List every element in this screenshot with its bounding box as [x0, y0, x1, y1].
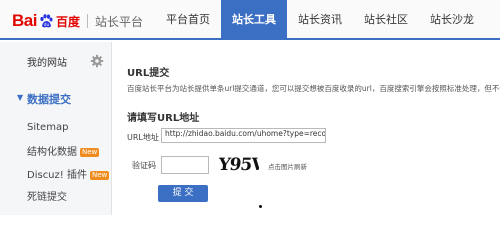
sidebar-item-dead-link[interactable]: 死链提交	[27, 188, 67, 203]
svg-text:du: du	[44, 22, 50, 28]
main-nav: 平台首页 站长工具 站长资讯 站长社区 站长沙龙	[155, 0, 485, 40]
top-navigation-bar: Bai du 百度 站长平台 平台首页 站长工具 站长资讯 站长社区 站长沙龙	[0, 0, 500, 40]
logo-text-bai: Bai	[12, 11, 37, 30]
url-field-label: URL地址	[127, 133, 159, 142]
submit-button[interactable]: 提 交	[158, 185, 208, 202]
sidebar-item-structured-data[interactable]: 结构化数据 New	[27, 143, 100, 158]
new-badge: New	[80, 147, 100, 157]
logo-divider	[86, 14, 88, 28]
url-input[interactable]: http://zhidao.baidu.com/uhome?type=recom…	[161, 128, 326, 143]
nav-item-salon[interactable]: 站长沙龙	[419, 0, 485, 40]
logo-text-du: 百度	[55, 14, 80, 29]
page-description: 百度站长平台为站长提供单条url提交通道，您可以提交想被百度收录的url，百度搜…	[127, 84, 500, 93]
captcha-input[interactable]	[161, 156, 209, 174]
sidebar-item-discuz-plugin[interactable]: Discuz! 插件 New	[27, 166, 110, 181]
baidu-logo[interactable]: Bai du 百度 站长平台	[12, 10, 143, 32]
page-title: URL提交	[127, 68, 170, 79]
nav-item-tools[interactable]: 站长工具	[221, 0, 287, 40]
nav-item-community[interactable]: 站长社区	[353, 0, 419, 40]
gear-icon[interactable]	[90, 53, 104, 68]
sidebar-item-label: 结构化数据	[27, 147, 77, 158]
mouse-cursor	[259, 205, 262, 208]
nav-item-home[interactable]: 平台首页	[155, 0, 221, 40]
baidu-paw-icon: du	[38, 13, 54, 29]
captcha-field-label: 验证码	[132, 161, 156, 170]
my-sites-label: 我的网站	[27, 58, 67, 69]
nav-item-news[interactable]: 站长资讯	[287, 0, 353, 40]
sidebar-section-data-submit[interactable]: ▼ 数据提交	[0, 88, 112, 108]
sidebar-my-sites[interactable]: 我的网站	[0, 50, 112, 72]
sidebar-item-label: 死链提交	[27, 192, 67, 203]
triangle-down-icon: ▼	[17, 93, 24, 102]
sidebar-item-sitemap[interactable]: Sitemap	[27, 122, 68, 133]
main-content: URL提交 百度站长平台为站长提供单条url提交通道，您可以提交想被百度收录的u…	[113, 42, 500, 215]
form-subtitle: 请填写URL地址	[127, 113, 200, 124]
new-badge: New	[89, 170, 110, 180]
sidebar-item-label: Discuz! 插件	[27, 170, 87, 181]
sidebar-item-label: Sitemap	[27, 122, 69, 133]
captcha-text: Y95V	[219, 155, 259, 175]
sidebar-section-label: 数据提交	[27, 93, 71, 106]
captcha-image[interactable]: Y95V	[219, 150, 259, 176]
sidebar: 我的网站 ▼ 数据提交 Sitemap 结构化数据 New Discuz! 插件 N…	[0, 42, 112, 215]
refresh-captcha-link[interactable]: 点击图片刷新	[268, 161, 307, 171]
platform-name: 站长平台	[94, 14, 143, 29]
